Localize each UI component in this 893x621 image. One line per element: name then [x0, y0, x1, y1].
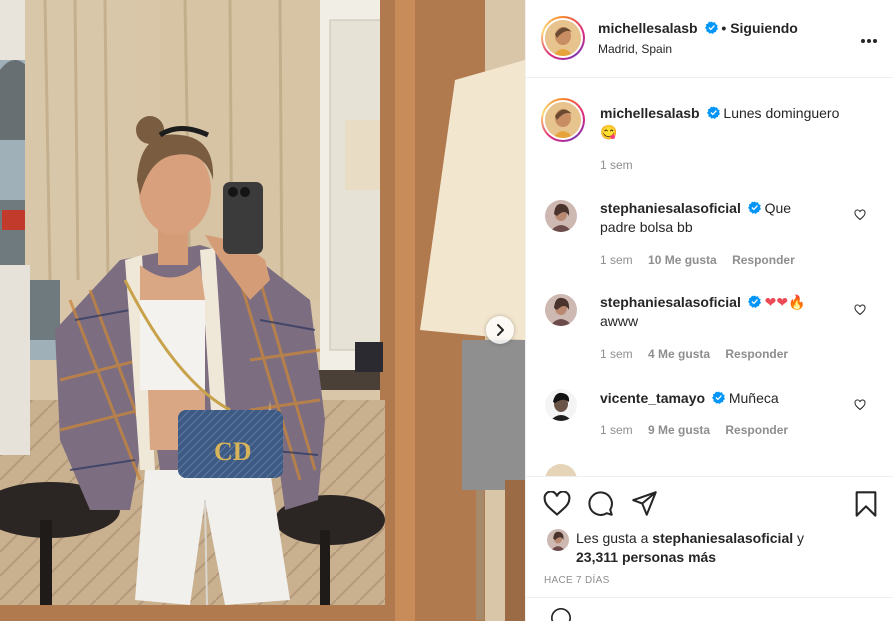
comment-1-username[interactable]: stephaniesalasoficial [600, 200, 741, 216]
post-header: michellesalasb • Siguiendo Madrid, Spain [526, 0, 893, 78]
comment-2-time[interactable]: 1 sem [600, 347, 633, 361]
bookmark-icon[interactable] [854, 490, 878, 518]
heart-icon[interactable] [543, 491, 571, 517]
post-date[interactable]: HACE 7 DÍAS [544, 575, 610, 586]
author-username[interactable]: michellesalasb [598, 20, 698, 36]
comment-2-emoji: ❤❤🔥 [764, 294, 806, 310]
share-icon[interactable] [631, 490, 658, 517]
liker-avatar[interactable] [547, 529, 569, 551]
comment-1-text-cont: padre bolsa bb [600, 219, 693, 235]
author-avatar[interactable] [541, 16, 585, 60]
comment-1-meta: 1 sem 10 Me gusta Responder [600, 253, 795, 267]
verified-icon [704, 21, 718, 34]
more-options-button[interactable] [860, 28, 878, 49]
post-location[interactable]: Madrid, Spain [598, 42, 672, 56]
likes-suffix: y [797, 530, 805, 546]
add-comment-bar[interactable] [526, 597, 893, 621]
next-photo-button[interactable] [486, 316, 514, 344]
comment-3-likes[interactable]: 9 Me gusta [648, 423, 710, 437]
comment-2-text: awww [600, 313, 639, 329]
following-status[interactable]: • Siguiendo [721, 20, 797, 36]
comment-1: stephaniesalasoficial Que padre bolsa bb [600, 199, 850, 237]
comment-1-reply-button[interactable]: Responder [732, 253, 795, 267]
likes-others[interactable]: 23,311 personas más [576, 549, 716, 565]
comment-3-username[interactable]: vicente_tamayo [600, 390, 705, 406]
comment-icon[interactable] [587, 490, 614, 517]
mirror-selfie-image: CD [0, 0, 525, 621]
post-sidebar: michellesalasb • Siguiendo Madrid, Spain [525, 0, 893, 621]
caption-username[interactable]: michellesalasb [600, 105, 700, 121]
comment-3-meta: 1 sem 9 Me gusta Responder [600, 423, 788, 437]
post-actions: Les gusta a stephaniesalasoficial y 23,3… [526, 476, 893, 621]
emoji-icon[interactable] [550, 607, 572, 621]
verified-icon [711, 391, 725, 404]
comment-1-likes[interactable]: 10 Me gusta [648, 253, 717, 267]
comment-1-time[interactable]: 1 sem [600, 253, 633, 267]
comment-2-reply-button[interactable]: Responder [725, 347, 788, 361]
svg-text:CD: CD [214, 437, 252, 466]
chevron-right-icon [497, 324, 504, 336]
caption: michellesalasb Lunes dominguero 😋 [600, 104, 870, 142]
likes-prefix: Les gusta a [576, 530, 649, 546]
avatar-image [545, 20, 581, 56]
comment-3-reply-button[interactable]: Responder [725, 423, 788, 437]
likes-summary: Les gusta a stephaniesalasoficial y 23,3… [576, 529, 804, 567]
verified-icon [747, 201, 761, 214]
like-comment-heart-icon[interactable] [854, 399, 866, 411]
avatar-image [545, 102, 581, 138]
like-comment-heart-icon[interactable] [854, 304, 866, 316]
verified-icon [706, 106, 720, 119]
caption-time[interactable]: 1 sem [600, 158, 633, 172]
comment-2-likes[interactable]: 4 Me gusta [648, 347, 710, 361]
comments-list[interactable]: michellesalasb Lunes dominguero 😋 1 sem … [526, 78, 893, 476]
caption-text: Lunes dominguero [723, 105, 840, 121]
comment-1-text: Que [764, 200, 792, 216]
commenter-avatar[interactable] [545, 464, 577, 476]
comment-2-meta: 1 sem 4 Me gusta Responder [600, 347, 788, 361]
comment-3: vicente_tamayo Muñeca [600, 389, 850, 408]
comment-2: stephaniesalasoficial ❤❤🔥 awww [600, 293, 850, 331]
caption-emoji: 😋 [600, 124, 618, 140]
comment-3-text: Muñeca [728, 390, 779, 406]
post-photo[interactable]: CD [0, 0, 525, 621]
commenter-avatar[interactable] [545, 294, 577, 326]
verified-icon [747, 295, 761, 308]
more-icon [861, 39, 877, 43]
like-comment-heart-icon[interactable] [854, 209, 866, 221]
likes-user[interactable]: stephaniesalasoficial [652, 530, 793, 546]
caption-author-avatar[interactable] [541, 98, 585, 142]
comment-2-username[interactable]: stephaniesalasoficial [600, 294, 741, 310]
commenter-avatar[interactable] [545, 200, 577, 232]
commenter-avatar[interactable] [545, 389, 577, 421]
comment-3-time[interactable]: 1 sem [600, 423, 633, 437]
